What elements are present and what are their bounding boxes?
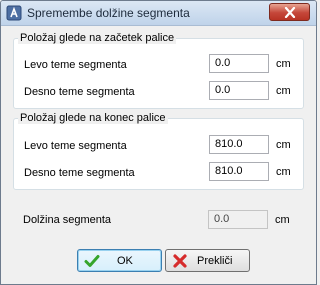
ok-label: OK [117, 255, 133, 267]
close-icon [284, 7, 296, 18]
ok-button[interactable]: OK [77, 249, 162, 272]
title-bar[interactable]: Spremembe dolžine segmenta [1, 1, 316, 26]
cancel-label: Prekliči [197, 255, 233, 267]
end-left-unit: cm [276, 139, 291, 151]
dialog-content: Položaj glede na začetek palice Levo tem… [9, 31, 310, 278]
start-right-label: Desno teme segmenta [24, 86, 135, 98]
group-end-position: Položaj glede na konec palice Levo teme … [13, 112, 304, 190]
end-right-unit: cm [276, 166, 291, 178]
cancel-button[interactable]: Prekliči [165, 249, 250, 272]
window-title: Spremembe dolžine segmenta [27, 6, 190, 20]
app-icon [6, 5, 22, 21]
length-unit: cm [275, 214, 290, 226]
start-left-label: Levo teme segmenta [24, 59, 127, 71]
group-start-position: Položaj glede na začetek palice Levo tem… [13, 32, 304, 109]
start-left-unit: cm [276, 58, 291, 70]
check-icon [84, 255, 100, 267]
group-end-title: Položaj glede na konec palice [18, 112, 168, 124]
end-left-label: Levo teme segmenta [24, 140, 127, 152]
end-right-input[interactable]: 810.0 [209, 162, 269, 181]
end-right-label: Desno teme segmenta [24, 167, 135, 179]
end-left-input[interactable]: 810.0 [209, 135, 269, 154]
length-value-field: 0.0 [208, 210, 268, 229]
start-right-input[interactable]: 0.0 [209, 81, 269, 100]
start-left-input[interactable]: 0.0 [209, 54, 269, 73]
cross-icon [173, 254, 187, 268]
close-button[interactable] [269, 3, 310, 21]
dialog-window: Spremembe dolžine segmenta Položaj glede… [0, 0, 317, 285]
length-label: Dolžina segmenta [23, 214, 112, 226]
start-right-unit: cm [276, 85, 291, 97]
group-start-title: Položaj glede na začetek palice [18, 32, 177, 44]
